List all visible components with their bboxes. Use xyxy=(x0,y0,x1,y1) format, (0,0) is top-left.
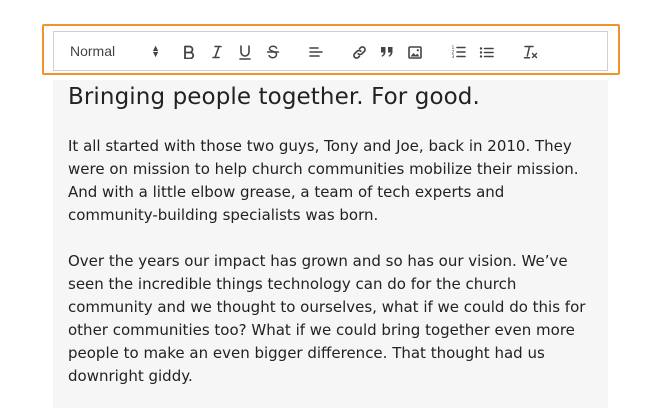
format-select-value: Normal xyxy=(70,43,116,59)
editor-toolbar: Normal ▲ ▼ 1 2 3 xyxy=(53,31,608,71)
editor-heading: Bringing people together. For good. xyxy=(68,84,480,110)
image-icon xyxy=(408,45,422,59)
editor-paragraph: It all started with those two guys, Tony… xyxy=(68,137,579,224)
image-button[interactable] xyxy=(404,41,426,63)
bullet-list-button[interactable] xyxy=(475,41,497,63)
ordered-list-button[interactable]: 123 xyxy=(447,41,469,63)
strikethrough-icon xyxy=(266,45,280,59)
select-arrows-icon: ▲ ▼ xyxy=(151,43,160,59)
italic-icon xyxy=(210,45,224,59)
link-button[interactable] xyxy=(348,41,370,63)
align-button[interactable] xyxy=(305,41,327,63)
link-icon xyxy=(352,45,367,60)
svg-text:3: 3 xyxy=(451,54,454,59)
clear-format-button[interactable] xyxy=(519,41,541,63)
strikethrough-button[interactable] xyxy=(262,41,284,63)
format-select[interactable]: Normal ▲ ▼ xyxy=(70,32,160,70)
ordered-list-icon: 123 xyxy=(451,45,466,59)
quote-icon xyxy=(380,46,394,58)
bold-icon xyxy=(182,45,196,59)
align-left-icon xyxy=(309,46,323,58)
clear-format-icon xyxy=(523,45,538,59)
editor-paragraph: Over the years our impact has grown and … xyxy=(68,252,586,385)
underline-icon xyxy=(238,44,252,60)
bold-button[interactable] xyxy=(178,41,200,63)
italic-button[interactable] xyxy=(206,41,228,63)
blockquote-button[interactable] xyxy=(376,41,398,63)
bullet-list-icon xyxy=(479,46,494,59)
underline-button[interactable] xyxy=(234,41,256,63)
editor-content-area[interactable]: Bringing people together. For good. It a… xyxy=(53,80,608,408)
